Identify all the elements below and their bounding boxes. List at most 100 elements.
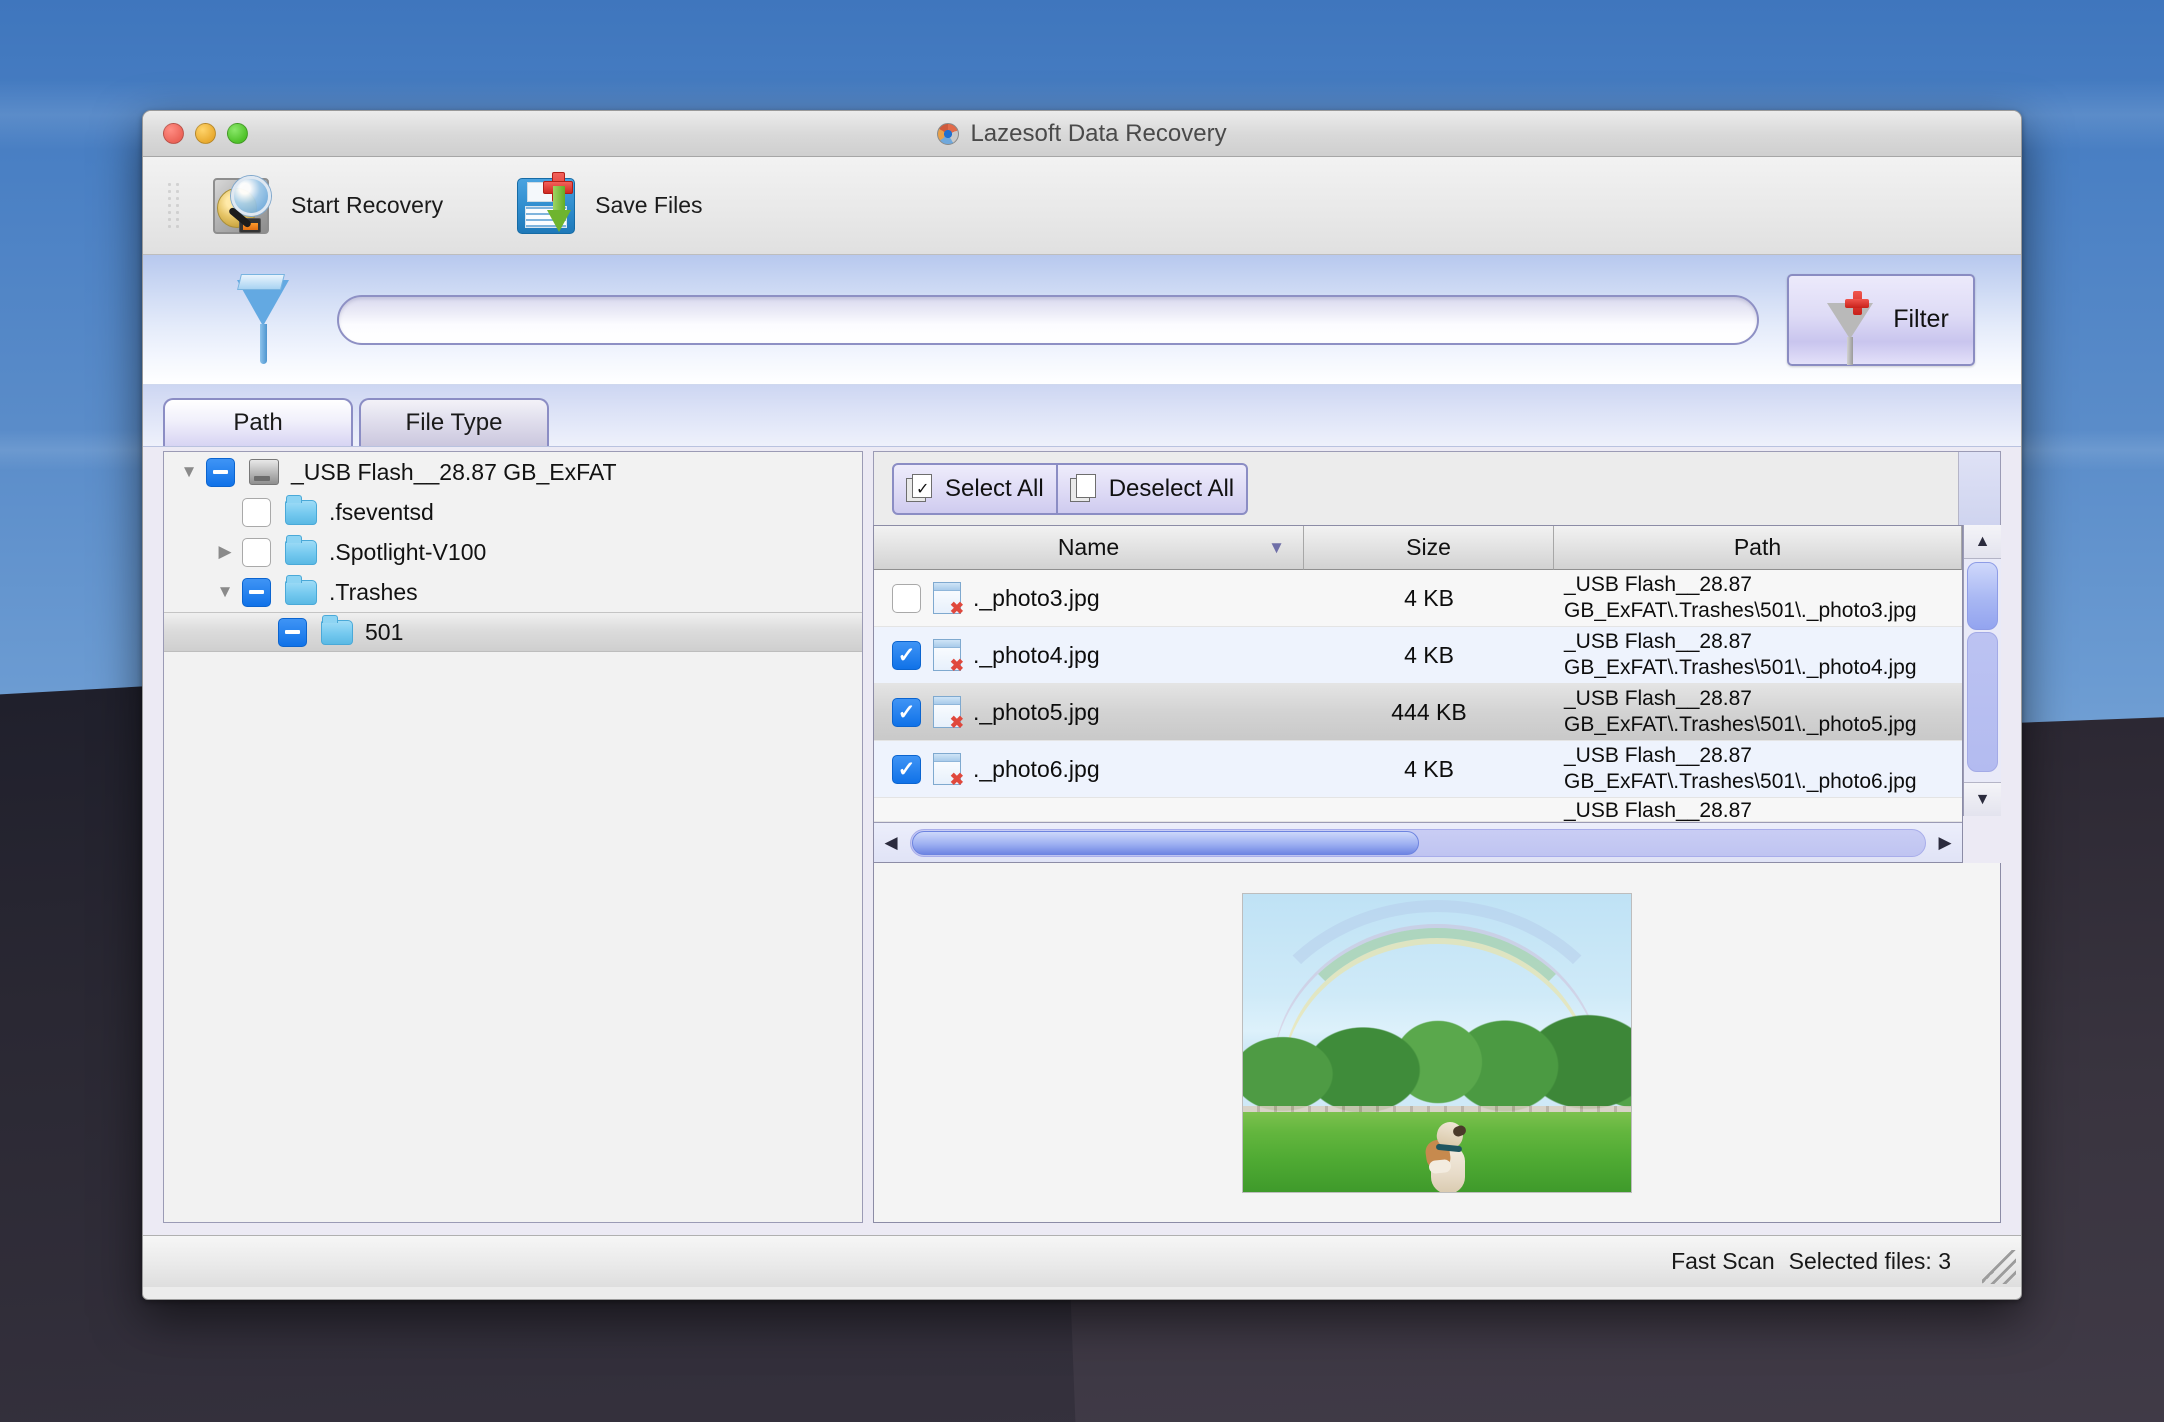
file-list-header: Name ▼ Size Path — [874, 526, 1962, 570]
floppy-save-icon — [513, 171, 581, 240]
path-tree-panel: _USB Flash__28.87 GB_ExFAT .fseventsd .S… — [163, 451, 863, 1223]
filter-button-label: Filter — [1893, 305, 1949, 333]
save-files-button[interactable]: Save Files — [499, 166, 716, 246]
tree-node-usb-flash[interactable]: _USB Flash__28.87 GB_ExFAT — [164, 452, 862, 492]
tab-path[interactable]: Path — [163, 398, 353, 446]
scroll-down-icon[interactable]: ▼ — [1964, 782, 2001, 816]
file-path-cell: _USB Flash__28.87 GB_ExFAT\.Trashes\501\… — [1564, 572, 1917, 622]
stack-icon — [1069, 473, 1100, 504]
table-row[interactable]: ✖ ._photo6.jpg 4 KB _USB Flash__28.87 GB… — [874, 741, 1962, 798]
tree-node-label: .fseventsd — [329, 498, 434, 525]
vertical-scroll-track[interactable] — [1964, 559, 2001, 782]
file-path-cell: _USB Flash__28.87 GB_ExFAT\.Trashes\501\… — [1564, 629, 1917, 679]
tree-node-spotlight-v100[interactable]: .Spotlight-V100 — [164, 532, 862, 572]
table-row[interactable]: ✖ ._photo3.jpg 4 KB _USB Flash__28.87 GB… — [874, 570, 1962, 627]
tab-path-label: Path — [233, 409, 283, 436]
file-results-panel: ✓ Select All Deselect All Name ▼ Size Pa… — [873, 451, 2001, 1223]
tree-node-fseventsd[interactable]: .fseventsd — [164, 492, 862, 532]
content-area: _USB Flash__28.87 GB_ExFAT .fseventsd .S… — [143, 447, 2021, 1235]
save-files-label: Save Files — [595, 192, 703, 218]
filter-input[interactable] — [337, 294, 1759, 345]
folder-icon — [285, 574, 317, 605]
file-name-cell: ✖ ._photo3.jpg — [874, 582, 1304, 617]
tab-strip: Path File Type — [143, 385, 2021, 447]
app-window: Lazesoft Data Recovery Start Recovery Sa… — [142, 110, 2022, 1300]
column-header-name[interactable]: Name ▼ — [874, 526, 1304, 570]
horizontal-scroll-thumb[interactable] — [912, 830, 1419, 855]
folder-icon — [285, 534, 317, 565]
file-path-cell: _USB Flash__28.87 GB_ExFAT\.Trashes\501\… — [1564, 743, 1917, 793]
file-list-rows[interactable]: ✖ ._photo3.jpg 4 KB _USB Flash__28.87 GB… — [874, 570, 1962, 822]
start-recovery-label: Start Recovery — [291, 192, 444, 218]
scroll-right-icon[interactable]: ▶ — [1928, 833, 1962, 853]
zoom-button[interactable] — [227, 123, 248, 144]
tree-node-label: 501 — [365, 618, 404, 645]
deleted-file-icon: ✖ — [933, 696, 964, 731]
tree-checkbox[interactable] — [242, 577, 271, 607]
select-all-button[interactable]: ✓ Select All — [892, 462, 1058, 515]
file-name-label: ._photo6.jpg — [973, 755, 1100, 782]
close-button[interactable] — [163, 123, 184, 144]
status-bar: Fast Scan Selected files: 3 — [143, 1235, 2021, 1287]
tree-checkbox[interactable] — [242, 537, 271, 567]
start-recovery-button[interactable]: Start Recovery — [195, 166, 457, 246]
drive-icon — [249, 459, 279, 485]
selected-files-label: Selected files: 3 — [1788, 1248, 1951, 1274]
file-size-cell: 4 KB — [1404, 755, 1454, 782]
main-toolbar: Start Recovery Save Files — [143, 157, 2021, 255]
file-size-cell: 4 KB — [1404, 584, 1454, 611]
selection-toolbar-scroll-pad — [1958, 452, 2000, 525]
file-name-cell: ✖ ._photo4.jpg — [874, 639, 1304, 674]
table-row-partial[interactable]: _USB Flash__28.87 — [874, 798, 1962, 822]
row-checkbox[interactable] — [892, 697, 921, 727]
tree-node-label: _USB Flash__28.87 GB_ExFAT — [291, 458, 617, 485]
selection-toolbar: ✓ Select All Deselect All — [873, 451, 2001, 525]
scan-mode-label: Fast Scan — [1671, 1248, 1775, 1274]
column-header-size[interactable]: Size — [1304, 526, 1554, 570]
chevron-down-icon[interactable] — [208, 582, 242, 602]
scroll-up-icon[interactable]: ▲ — [1964, 525, 2001, 559]
table-row[interactable]: ✖ ._photo5.jpg 444 KB _USB Flash__28.87 … — [874, 684, 1962, 741]
tree-node-trashes[interactable]: .Trashes — [164, 572, 862, 612]
file-size-cell: 4 KB — [1404, 641, 1454, 668]
file-name-cell: ✖ ._photo6.jpg — [874, 753, 1304, 788]
funnel-icon — [229, 272, 301, 368]
file-name-label: ._photo3.jpg — [973, 584, 1100, 611]
toolbar-drag-handle[interactable] — [165, 167, 181, 245]
deleted-file-icon: ✖ — [933, 753, 964, 788]
minimize-button[interactable] — [195, 123, 216, 144]
vertical-scrollbar[interactable]: ▲ ▼ — [1963, 525, 2001, 816]
column-header-path-label: Path — [1733, 534, 1782, 560]
deselect-all-button[interactable]: Deselect All — [1057, 462, 1249, 515]
tree-checkbox[interactable] — [206, 457, 235, 487]
deleted-file-icon: ✖ — [933, 639, 964, 674]
tree-node-label: .Trashes — [329, 578, 418, 605]
tree-node-501[interactable]: 501 — [164, 612, 862, 652]
preview-image — [1242, 892, 1632, 1193]
hard-disk-magnifier-icon — [209, 172, 277, 240]
table-row[interactable]: ✖ ._photo4.jpg 4 KB _USB Flash__28.87 GB… — [874, 627, 1962, 684]
row-checkbox[interactable] — [892, 583, 921, 613]
filter-button[interactable]: Filter — [1787, 273, 1975, 366]
filter-bar: Filter — [143, 255, 2021, 385]
tab-file-type[interactable]: File Type — [359, 398, 549, 446]
scroll-left-icon[interactable]: ◀ — [874, 833, 908, 853]
tree-checkbox[interactable] — [278, 617, 307, 647]
vertical-scroll-thumb[interactable] — [1967, 562, 1998, 630]
select-all-label: Select All — [945, 474, 1044, 502]
resize-grip[interactable] — [1982, 1250, 2016, 1284]
tree-checkbox[interactable] — [242, 497, 271, 527]
deleted-file-icon: ✖ — [933, 582, 964, 617]
chevron-down-icon[interactable] — [172, 462, 206, 482]
vertical-scroll-thumb-lower[interactable] — [1967, 632, 1998, 772]
chevron-right-icon[interactable] — [208, 542, 242, 562]
horizontal-scrollbar[interactable]: ◀ ▶ — [874, 822, 1962, 862]
file-name-label: ._photo4.jpg — [973, 641, 1100, 668]
row-checkbox[interactable] — [892, 754, 921, 784]
horizontal-scroll-track[interactable] — [910, 828, 1926, 857]
path-tree[interactable]: _USB Flash__28.87 GB_ExFAT .fseventsd .S… — [164, 452, 862, 1222]
column-header-path[interactable]: Path — [1554, 526, 1962, 570]
row-checkbox[interactable] — [892, 640, 921, 670]
file-path-cell: _USB Flash__28.87 GB_ExFAT\.Trashes\501\… — [1564, 686, 1917, 736]
folder-icon — [285, 494, 317, 525]
